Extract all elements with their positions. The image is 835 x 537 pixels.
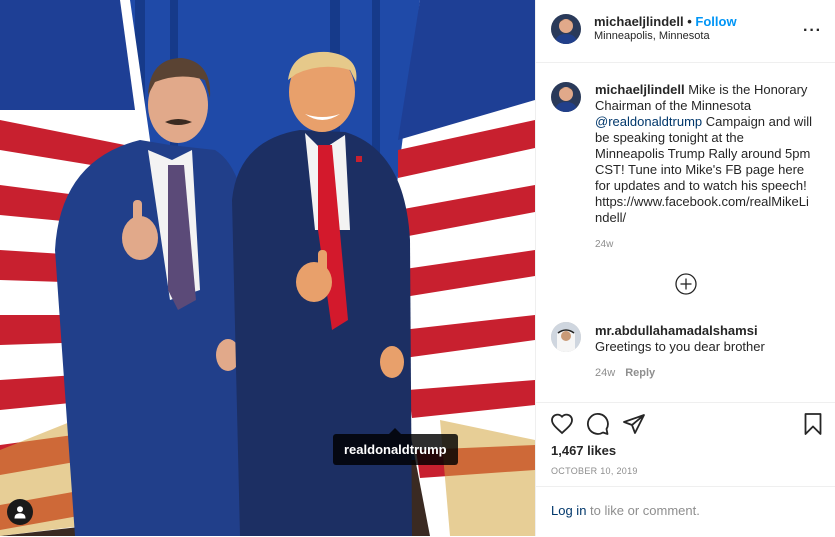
plus-circle-icon [675,273,697,295]
avatar-image [551,82,581,112]
avatar-image [551,14,581,44]
caption-body-2: Campaign and will be speaking tonight at… [595,114,812,225]
post-date[interactable]: OCTOBER 10, 2019 [551,466,638,476]
bookmark-icon[interactable] [801,412,825,436]
heart-icon[interactable] [550,412,574,436]
comment-body: Greetings to you dear brother [595,339,765,354]
separator-dot: • [687,14,692,29]
caption-username[interactable]: michaeljlindell [595,82,685,97]
tagged-users-button[interactable] [7,499,33,525]
avatar-image [551,322,581,352]
reply-button[interactable]: Reply [625,367,655,379]
person-icon [14,506,26,519]
comment-username[interactable]: mr.abdullahamadalshamsi [595,323,758,338]
load-more-comments-button[interactable] [675,273,697,295]
avatar[interactable] [551,14,581,44]
share-icon[interactable] [622,412,646,436]
caption-timestamp[interactable]: 24w [595,239,613,250]
post-photo[interactable]: realdonaldtrump [0,0,535,536]
post-header: michaeljlindell • Follow Minneapolis, Mi… [536,0,835,63]
login-link[interactable]: Log in [551,503,586,518]
post-actions: 1,467 likes OCTOBER 10, 2019 [536,402,835,487]
follow-button[interactable]: Follow [695,14,736,29]
avatar[interactable] [551,322,581,352]
login-prompt: Log in to like or comment. [536,486,835,537]
post-sidebar: michaeljlindell • Follow Minneapolis, Mi… [535,0,835,536]
comment-meta: 24w Reply [595,367,655,379]
instagram-post-modal: realdonaldtrump michaeljlindell • Follow… [0,0,835,536]
avatar[interactable] [551,82,581,112]
user-tag-bubble[interactable]: realdonaldtrump [333,428,458,465]
username-link[interactable]: michaeljlindell [594,14,684,29]
location-link[interactable]: Minneapolis, Minnesota [594,30,710,42]
comment-text: mr.abdullahamadalshamsi Greetings to you … [595,323,815,355]
comment-timestamp[interactable]: 24w [595,367,615,379]
caption-mention[interactable]: @realdonaldtrump [595,114,702,129]
header-user-line: michaeljlindell • Follow [594,14,737,29]
like-count[interactable]: 1,467 likes [551,443,616,458]
caption-text: michaeljlindell Mike is the Honorary Cha… [595,82,815,226]
comment-icon[interactable] [586,412,610,436]
login-text: to like or comment. [586,503,700,518]
more-horizontal-icon[interactable]: ··· [803,22,822,40]
